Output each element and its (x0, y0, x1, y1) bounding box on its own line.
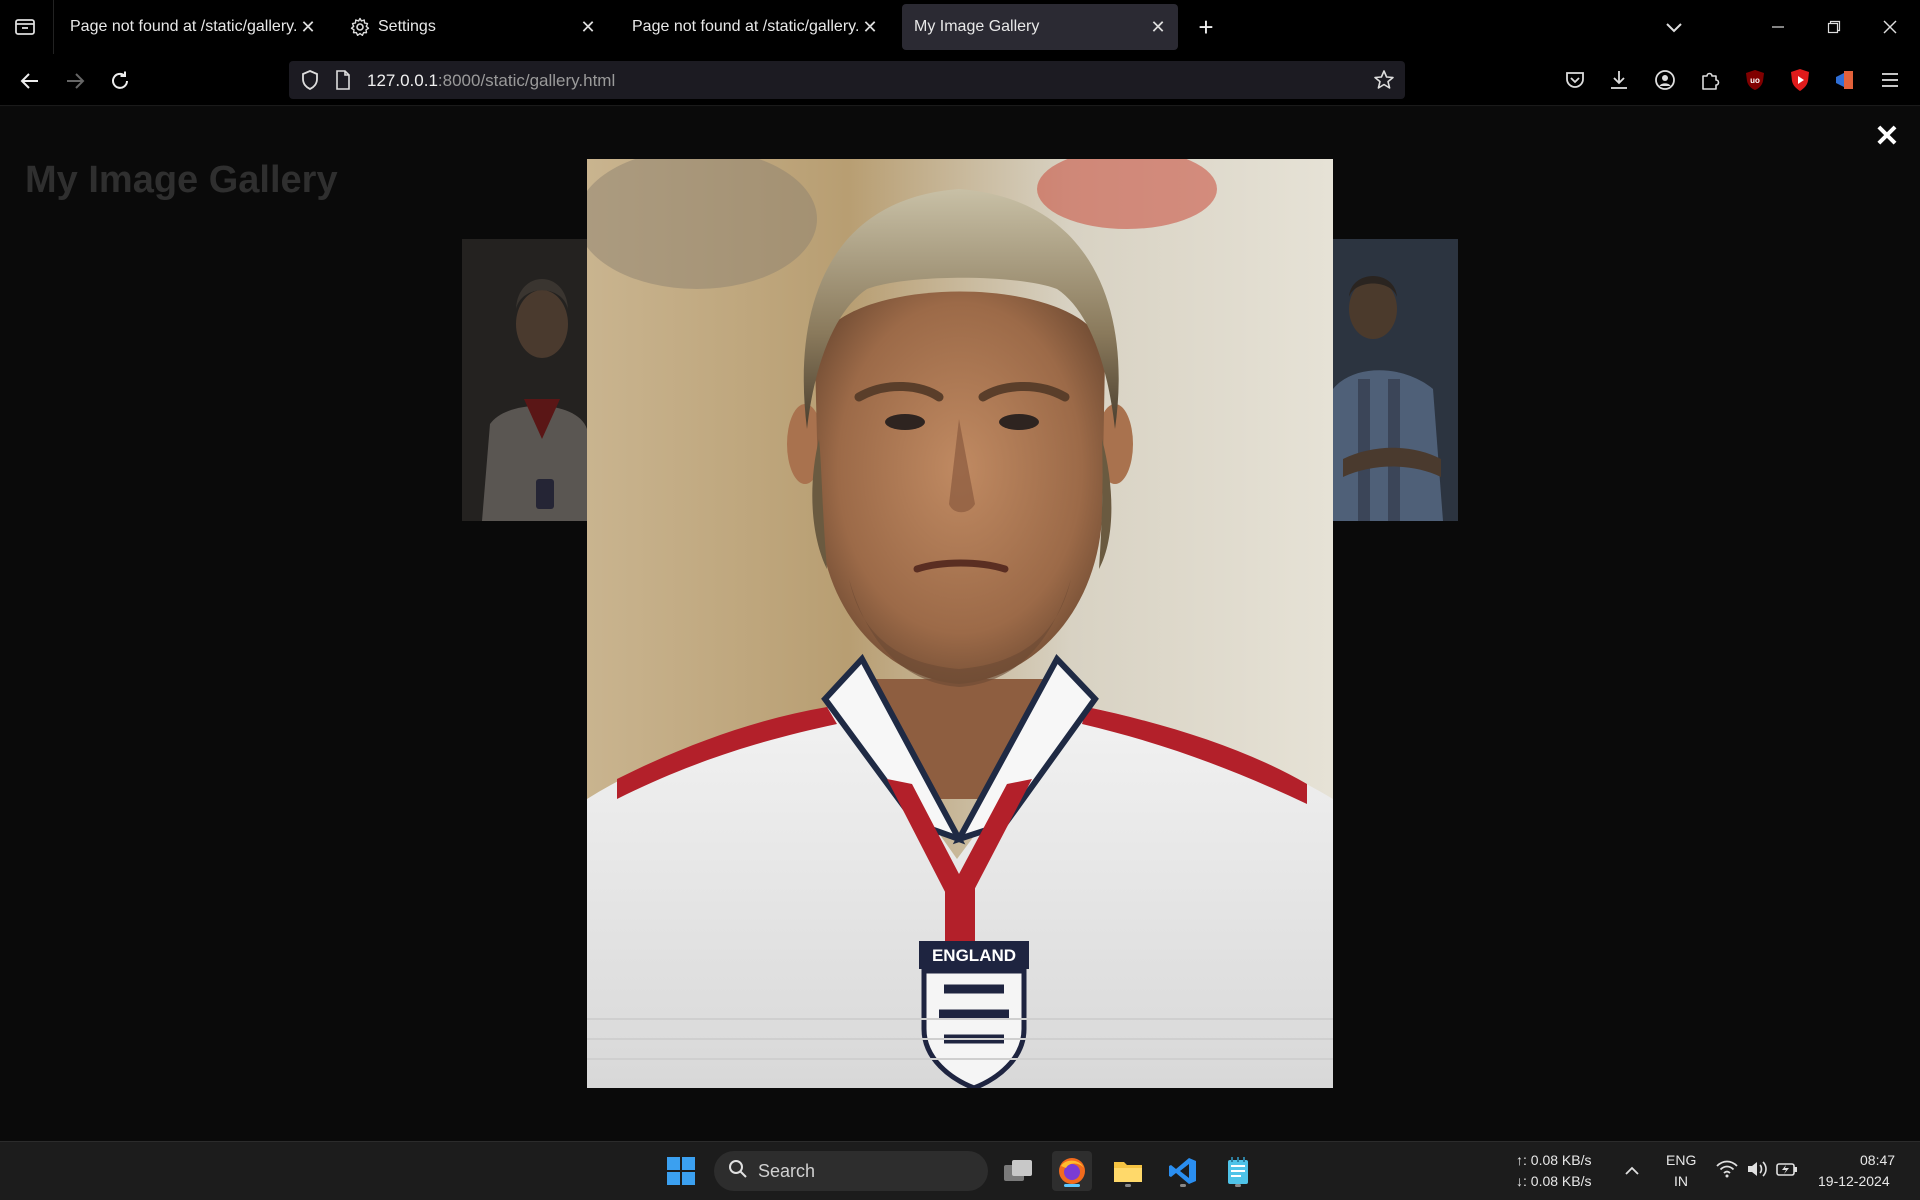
windows-taskbar: Search ↑: 0.08 KB/s ↓: 0.08 KB/s ENG IN (0, 1141, 1920, 1200)
footballer-argentina-thumbnail[interactable] (1333, 239, 1458, 521)
notepad-icon[interactable] (1218, 1151, 1258, 1191)
volume-icon[interactable] (1746, 1160, 1768, 1183)
reload-icon[interactable] (105, 66, 135, 96)
tab-page-not-found-2[interactable]: Page not found at /static/gallery.htm ✕ (618, 4, 890, 50)
tab-label: My Image Gallery (914, 18, 1040, 35)
lightbox-close-button[interactable]: ✕ (1873, 120, 1901, 153)
restore-icon[interactable] (1806, 0, 1862, 54)
tab-bar: Page not found at /static/gallery.htm ✕ … (0, 0, 1920, 54)
page-info-icon[interactable] (333, 69, 353, 96)
lightbox-image: ENGLAND (587, 159, 1333, 1088)
window-close-icon[interactable] (1862, 0, 1918, 54)
page-content: My Image Gallery ENGLAND ✕ (0, 107, 1920, 1141)
vscode-icon[interactable] (1163, 1151, 1203, 1191)
show-hidden-icons-chevron-icon[interactable] (1612, 1151, 1652, 1191)
url-path: :8000/static/gallery.html (437, 71, 616, 90)
translate-extension-icon[interactable] (1831, 66, 1859, 94)
clock-date[interactable]: 19-12-2024 (1818, 1173, 1890, 1189)
taskbar-search-box[interactable]: Search (714, 1151, 988, 1191)
firefox-taskbar-icon[interactable] (1052, 1151, 1092, 1191)
tab-close-icon[interactable]: ✕ (296, 15, 320, 39)
windows-start-icon[interactable] (661, 1151, 701, 1191)
tab-page-not-found-1[interactable]: Page not found at /static/gallery.htm ✕ (56, 4, 328, 50)
tab-close-icon[interactable]: ✕ (576, 15, 600, 39)
search-icon (728, 1159, 748, 1184)
menu-hamburger-icon[interactable] (1876, 66, 1904, 94)
list-all-tabs-chevron-icon[interactable] (1660, 14, 1688, 42)
minimize-icon[interactable] (1750, 0, 1806, 54)
url-text[interactable]: 127.0.0.1:8000/static/gallery.html (367, 71, 615, 91)
navigation-toolbar: 127.0.0.1:8000/static/gallery.html uo (0, 54, 1920, 106)
wifi-icon[interactable] (1716, 1160, 1738, 1183)
clock-time[interactable]: 08:47 (1860, 1152, 1895, 1168)
url-bar[interactable]: 127.0.0.1:8000/static/gallery.html (289, 61, 1405, 99)
svg-text:uo: uo (1750, 76, 1760, 85)
network-download-speed: ↓: 0.08 KB/s (1516, 1173, 1592, 1189)
language-indicator-bottom[interactable]: IN (1674, 1173, 1688, 1189)
tab-close-icon[interactable]: ✕ (858, 15, 882, 39)
tab-close-icon[interactable]: ✕ (1146, 15, 1170, 39)
app-indicator (1125, 1184, 1131, 1187)
gear-icon (350, 17, 370, 37)
bookmark-star-icon[interactable] (1373, 69, 1395, 96)
tab-label: Settings (378, 18, 436, 35)
language-indicator-top[interactable]: ENG (1666, 1152, 1696, 1168)
page-title: My Image Gallery (25, 159, 338, 201)
footballer-england-thumbnail[interactable] (462, 239, 587, 521)
tab-settings[interactable]: Settings ✕ (336, 4, 608, 50)
battery-icon[interactable] (1776, 1160, 1798, 1183)
search-label: Search (758, 1160, 816, 1181)
back-arrow-icon[interactable] (15, 66, 45, 96)
youtube-extension-icon[interactable] (1786, 66, 1814, 94)
url-host: 127.0.0.1 (367, 71, 438, 90)
pocket-icon[interactable] (1561, 66, 1589, 94)
forward-arrow-icon[interactable] (60, 66, 90, 96)
downloads-icon[interactable] (1605, 66, 1633, 94)
browser-window: Page not found at /static/gallery.htm ✕ … (0, 0, 1920, 1200)
new-tab-button[interactable]: + (1191, 12, 1221, 42)
badge-text: ENGLAND (932, 946, 1016, 965)
extensions-puzzle-icon[interactable] (1696, 66, 1724, 94)
shield-icon[interactable] (299, 69, 321, 96)
active-app-indicator (1064, 1184, 1080, 1187)
tab-label: Page not found at /static/gallery.htm (70, 18, 296, 35)
tab-list-icon[interactable] (10, 13, 40, 41)
network-upload-speed: ↑: 0.08 KB/s (1516, 1152, 1592, 1168)
tab-my-image-gallery[interactable]: My Image Gallery ✕ (902, 4, 1178, 50)
file-explorer-icon[interactable] (1108, 1151, 1148, 1191)
app-indicator (1235, 1184, 1241, 1187)
tab-label: Page not found at /static/gallery.htm (632, 18, 858, 35)
app-indicator (1180, 1184, 1186, 1187)
task-view-icon[interactable] (998, 1151, 1038, 1191)
ublock-origin-icon[interactable]: uo (1741, 66, 1769, 94)
tab-separator (53, 0, 54, 54)
account-icon[interactable] (1651, 66, 1679, 94)
